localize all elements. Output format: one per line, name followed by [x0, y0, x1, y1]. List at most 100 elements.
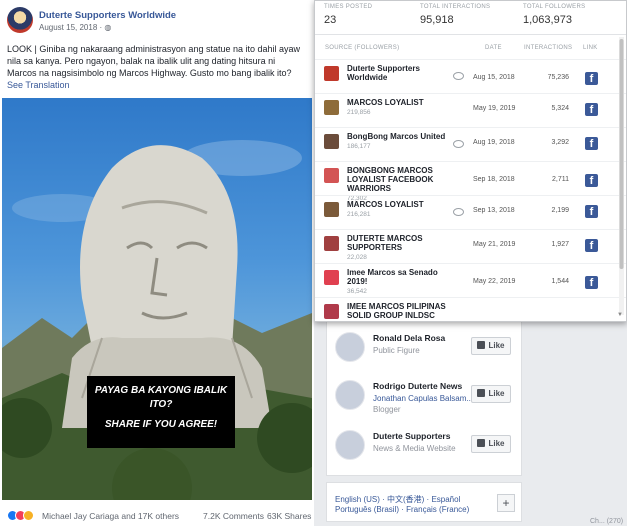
add-language-button[interactable]: + — [497, 494, 515, 512]
like-page-button[interactable]: Like — [471, 435, 511, 453]
column-header-date[interactable]: DATE — [485, 45, 502, 51]
related-page-name[interactable]: Ronald Dela Rosa — [373, 333, 445, 343]
related-page-category: News & Media Website — [373, 444, 456, 453]
source-name-text[interactable]: BongBong Marcos United — [347, 132, 445, 141]
comments-count[interactable]: 7.2K Comments — [203, 511, 264, 521]
column-header-source[interactable]: SOURCE (FOLLOWERS) — [325, 45, 399, 51]
table-row[interactable]: MARCOS LOYALIST 219,856 May 19, 2019 5,324 f — [315, 93, 626, 127]
source-thumbnail[interactable] — [324, 134, 339, 149]
source-name-text[interactable]: IMEE MARCOS PILIPINAS SOLID GROUP INLDSC — [347, 302, 446, 320]
page-thumbnail[interactable] — [335, 332, 365, 362]
page-thumbnail[interactable] — [335, 430, 365, 460]
post-photo[interactable]: PAYAG BA KAYONG IBALIK ITO? SHARE IF YOU… — [2, 98, 312, 500]
post-footer: Michael Jay Cariaga and 17K others 7.2K … — [0, 506, 314, 526]
source-name-text[interactable]: DUTERTE MARCOS SUPPORTERS — [347, 234, 423, 252]
source-name-text[interactable]: Duterte Supporters Worldwide — [347, 64, 420, 82]
source-name-text[interactable]: Imee Marcos sa Senado 2019! — [347, 268, 438, 286]
like-label: Like — [488, 341, 505, 350]
table-row[interactable]: BONGBONG MARCOS LOYALIST FACEBOOK WARRIO… — [315, 161, 626, 202]
column-header-link: LINK — [583, 45, 598, 51]
table-row[interactable]: BongBong Marcos United 186,177 Aug 19, 201… — [315, 127, 626, 161]
scrollbar[interactable] — [619, 37, 624, 315]
source-thumbnail[interactable] — [324, 168, 339, 183]
facebook-post: Duterte Supporters Worldwide August 15, … — [0, 0, 314, 526]
facebook-link-icon[interactable]: f — [585, 239, 598, 252]
like-page-button[interactable]: Like — [471, 385, 511, 403]
source-name[interactable]: DUTERTE MARCOS SUPPORTERS 22,028 — [347, 234, 457, 262]
facebook-link-icon[interactable]: f — [585, 205, 598, 218]
related-page-name[interactable]: Rodrigo Duterte News — [373, 381, 462, 391]
facebook-link-icon[interactable]: f — [585, 103, 598, 116]
related-page-category: Blogger — [373, 405, 401, 414]
facebook-link-icon[interactable]: f — [585, 72, 598, 85]
source-followers: 186,177 — [347, 143, 371, 150]
facebook-link-icon[interactable]: f — [585, 174, 598, 187]
comment-bubble-icon[interactable] — [453, 208, 464, 216]
source-name[interactable]: Duterte Supporters Worldwide — [347, 64, 457, 82]
interactions-cell: 5,324 — [551, 105, 569, 112]
comment-bubble-icon[interactable] — [453, 72, 464, 80]
related-pages-card: Ronald Dela Rosa Public Figure Like Rodr… — [326, 320, 522, 476]
source-thumbnail[interactable] — [324, 66, 339, 81]
post-date-text[interactable]: August 15, 2018 · — [39, 23, 104, 32]
table-row[interactable]: Duterte Supporters Worldwide Aug 15, 2018… — [315, 59, 626, 93]
related-page-item[interactable]: Duterte Supporters News & Media Website … — [335, 427, 519, 467]
source-name[interactable]: Imee Marcos sa Senado 2019! 36,542 — [347, 268, 457, 296]
stats-divider — [315, 34, 626, 35]
wow-reaction-icon — [23, 510, 34, 521]
post-date-cell: May 21, 2019 — [473, 241, 516, 248]
source-followers: 219,856 — [347, 109, 371, 116]
related-page-category: Public Figure — [373, 346, 420, 355]
source-followers: 36,542 — [347, 288, 367, 295]
source-name[interactable]: BongBong Marcos United 186,177 — [347, 132, 457, 151]
source-name-text[interactable]: MARCOS LOYALIST — [347, 98, 424, 107]
facebook-link-icon[interactable]: f — [585, 276, 598, 289]
table-row[interactable]: DUTERTE MARCOS SUPPORTERS 22,028 May 21, 2… — [315, 229, 626, 263]
related-page-liked-by[interactable]: Jonathan Capulas Balsam... — [373, 394, 473, 403]
post-date-cell: May 19, 2019 — [473, 105, 516, 112]
related-page-item[interactable]: Rodrigo Duterte News Jonathan Capulas Ba… — [335, 377, 519, 417]
page-avatar[interactable] — [7, 7, 33, 33]
page-name-link[interactable]: Duterte Supporters Worldwide — [39, 10, 176, 21]
table-row[interactable]: Imee Marcos sa Senado 2019! 36,542 May 22,… — [315, 263, 626, 297]
source-thumbnail[interactable] — [324, 304, 339, 319]
facebook-link-icon[interactable]: f — [585, 137, 598, 150]
stat-label: TIMES POSTED — [324, 4, 373, 10]
post-date-cell: May 22, 2019 — [473, 278, 516, 285]
image-caption: PAYAG BA KAYONG IBALIK ITO? SHARE IF YOU… — [87, 376, 235, 448]
stat-value: 23 — [324, 14, 337, 26]
interactions-cell: 2,711 — [552, 176, 569, 183]
interactions-cell: 75,236 — [547, 74, 569, 81]
source-followers: 22,028 — [347, 254, 367, 261]
column-header-interactions[interactable]: INTERACTIONS — [524, 45, 572, 51]
source-name-text[interactable]: BONGBONG MARCOS LOYALIST FACEBOOK WARRIO… — [347, 166, 433, 193]
stat-value: 95,918 — [420, 14, 454, 26]
source-name[interactable]: IMEE MARCOS PILIPINAS SOLID GROUP INLDSC — [347, 302, 457, 320]
like-page-button[interactable]: Like — [471, 337, 511, 355]
table-row[interactable]: MARCOS LOYALIST 216,281 Sep 13, 2018 2,199 f — [315, 195, 626, 229]
source-thumbnail[interactable] — [324, 270, 339, 285]
related-page-name[interactable]: Duterte Supporters — [373, 431, 450, 441]
source-name[interactable]: MARCOS LOYALIST 216,281 — [347, 200, 457, 219]
post-date[interactable]: August 15, 2018 · ◍ — [39, 23, 111, 32]
source-name-text[interactable]: MARCOS LOYALIST — [347, 200, 424, 209]
page-thumbnail[interactable] — [335, 380, 365, 410]
comment-bubble-icon[interactable] — [453, 140, 464, 148]
scroll-down-arrow-icon[interactable]: ▼ — [617, 312, 623, 318]
interactions-cell: 2,199 — [551, 207, 569, 214]
source-name[interactable]: MARCOS LOYALIST 219,856 — [347, 98, 457, 117]
source-thumbnail[interactable] — [324, 202, 339, 217]
shares-count[interactable]: 63K Shares — [267, 511, 311, 521]
post-date-cell: Aug 19, 2018 — [473, 139, 515, 146]
related-page-item[interactable]: Ronald Dela Rosa Public Figure Like — [335, 329, 519, 369]
reactions-count[interactable]: Michael Jay Cariaga and 17K others — [42, 511, 179, 521]
source-thumbnail[interactable] — [324, 236, 339, 251]
globe-icon: ◍ — [104, 23, 112, 32]
see-translation-link[interactable]: See Translation — [7, 80, 70, 90]
source-thumbnail[interactable] — [324, 100, 339, 115]
stat-label: TOTAL INTERACTIONS — [420, 4, 491, 10]
language-links-row-1[interactable]: English (US) · 中文(香港) · Español — [335, 494, 460, 505]
table-row[interactable]: IMEE MARCOS PILIPINAS SOLID GROUP INLDSC — [315, 297, 626, 321]
language-links-row-2[interactable]: Português (Brasil) · Français (France) — [335, 505, 469, 514]
chat-corner-label[interactable]: Ch... (270) — [590, 518, 623, 525]
